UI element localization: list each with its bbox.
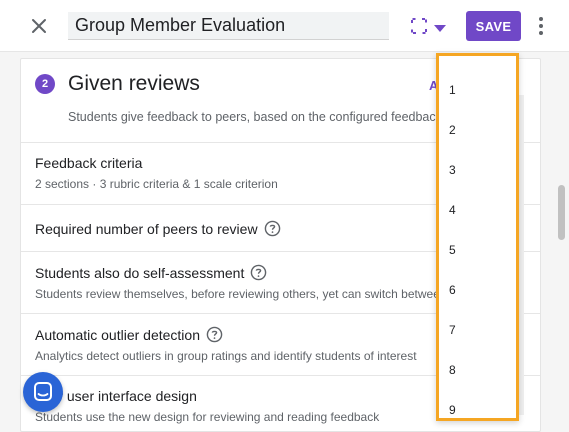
- dropdown-option[interactable]: 6: [449, 283, 456, 297]
- page-scrollbar[interactable]: [556, 52, 567, 432]
- caret-down-icon: [434, 25, 446, 32]
- dropdown-option[interactable]: 5: [449, 243, 456, 257]
- peers-count-dropdown: 1 2 3 4 5 6 7 8 9: [436, 53, 519, 421]
- page-scrollbar-thumb[interactable]: [558, 185, 565, 240]
- dropdown-option[interactable]: 4: [449, 203, 456, 217]
- more-options-button[interactable]: [533, 14, 549, 38]
- row-label: Automatic outlier detection: [35, 326, 223, 343]
- dropdown-option[interactable]: 1: [449, 83, 456, 97]
- help-circle-icon[interactable]: [206, 326, 223, 343]
- row-label: Feedback criteria: [35, 155, 143, 171]
- section-title: Given reviews: [68, 72, 200, 95]
- row-sub: Students use the new design for reviewin…: [35, 410, 380, 424]
- dropdown-option[interactable]: 3: [449, 163, 456, 177]
- help-circle-icon[interactable]: [250, 264, 267, 281]
- row-label: Students also do self-assessment: [35, 264, 267, 281]
- dropdown-option[interactable]: 8: [449, 363, 456, 377]
- top-bar: Group Member Evaluation SAVE: [0, 0, 569, 52]
- more-vert-icon: [539, 17, 543, 21]
- section-description: Students give feedback to peers, based o…: [68, 110, 463, 124]
- chat-launcher-button[interactable]: [23, 372, 63, 412]
- dropdown-caret-button[interactable]: [433, 20, 447, 32]
- help-circle-icon[interactable]: [264, 220, 281, 237]
- step-badge: 2: [35, 74, 55, 94]
- dropdown-option[interactable]: 2: [449, 123, 456, 137]
- close-button[interactable]: [27, 14, 51, 38]
- save-button[interactable]: SAVE: [466, 11, 521, 41]
- row-label: Required number of peers to review: [35, 220, 281, 237]
- dropdown-option[interactable]: 9: [449, 403, 456, 417]
- fullscreen-icon: [411, 18, 427, 34]
- chat-icon: [34, 382, 52, 401]
- dropdown-option[interactable]: 7: [449, 323, 456, 337]
- close-icon: [32, 19, 46, 33]
- title-input[interactable]: Group Member Evaluation: [68, 12, 389, 40]
- row-sub: 2 sections · 3 rubric criteria & 1 scale…: [35, 177, 278, 191]
- row-sub: Analytics detect outliers in group ratin…: [35, 349, 417, 363]
- row-sub: Students review themselves, before revie…: [35, 287, 447, 301]
- fullscreen-button[interactable]: [409, 16, 429, 36]
